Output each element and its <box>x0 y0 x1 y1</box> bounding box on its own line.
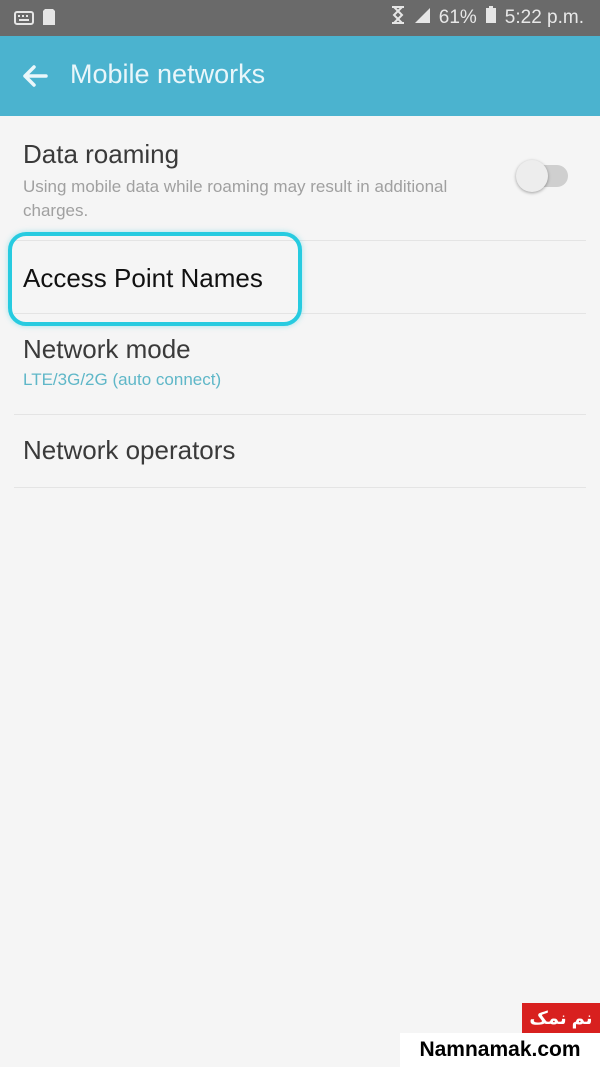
battery-icon <box>485 6 497 30</box>
signal-icon <box>413 6 431 30</box>
network-mode-value: LTE/3G/2G (auto connect) <box>23 370 222 389</box>
page-title: Mobile networks <box>70 59 266 89</box>
sd-card-icon <box>42 8 56 32</box>
data-roaming-item[interactable]: Data roaming Using mobile data while roa… <box>14 116 586 241</box>
status-right: 61% 5:22 p.m. <box>391 6 584 30</box>
app-bar: Mobile networks <box>0 36 600 116</box>
keyboard-icon <box>14 9 34 31</box>
clock: 5:22 p.m. <box>504 7 584 28</box>
network-operators-item[interactable]: Network operators <box>14 415 586 488</box>
status-left <box>14 8 56 32</box>
toggle-knob <box>516 160 548 192</box>
network-operators-title: Network operators <box>23 435 236 465</box>
data-roaming-title: Data roaming <box>23 139 180 169</box>
network-mode-item[interactable]: Network mode LTE/3G/2G (auto connect) <box>14 314 586 415</box>
data-roaming-toggle[interactable] <box>516 160 568 192</box>
apn-highlight-box <box>8 232 302 326</box>
battery-percent: 61% <box>438 7 477 28</box>
watermark-site: Namnamak.com <box>400 1033 600 1067</box>
arrow-left-icon[interactable] <box>20 61 50 91</box>
status-bar: 61% 5:22 p.m. <box>0 0 600 36</box>
watermark-persian: نم نمک <box>522 1003 600 1033</box>
hourglass-icon <box>391 6 405 30</box>
data-roaming-subtitle: Using mobile data while roaming may resu… <box>23 177 448 220</box>
network-mode-title: Network mode <box>23 334 191 364</box>
